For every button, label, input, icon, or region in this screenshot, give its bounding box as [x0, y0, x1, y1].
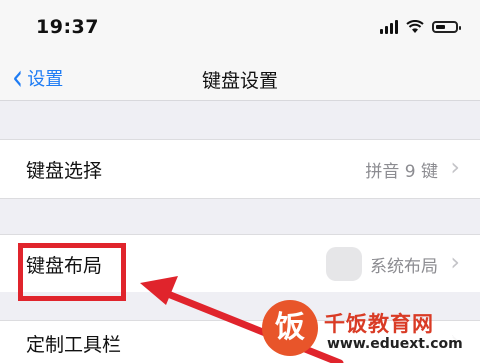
watermark-name: 千饭教育网: [324, 312, 434, 336]
watermark-logo: 饭: [262, 300, 318, 356]
watermark-url: www.eduext.com: [324, 336, 466, 352]
watermark: 饭 千饭教育网 www.eduext.com: [262, 296, 480, 363]
